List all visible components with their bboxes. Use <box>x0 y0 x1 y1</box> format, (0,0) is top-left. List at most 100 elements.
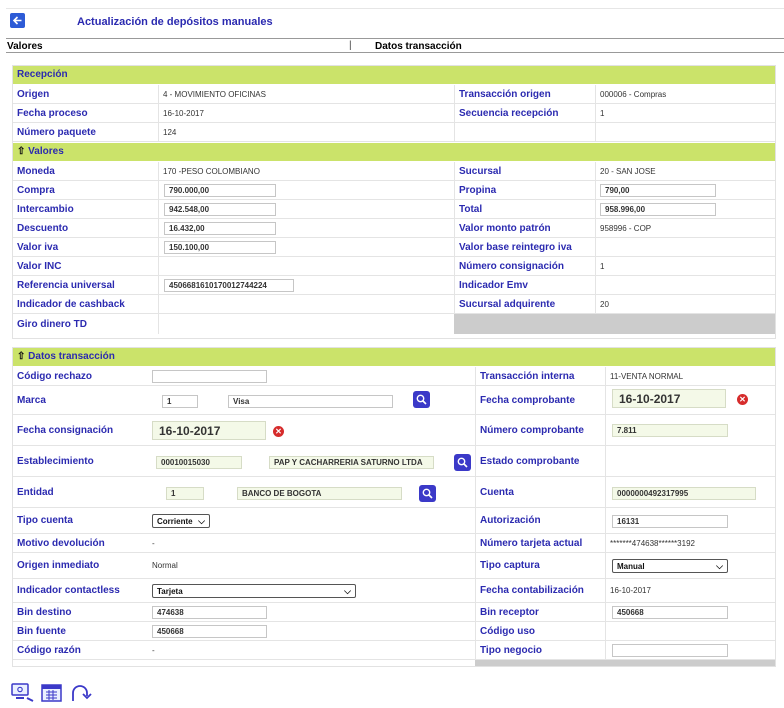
fecha-consignacion-label: Fecha consignación <box>17 424 114 436</box>
calendar-grid-icon[interactable] <box>40 682 64 703</box>
total-cell: 958.996,00 <box>595 200 775 218</box>
table-row: Giro dinero TD <box>13 314 775 334</box>
indicador-emv-label: Indicador Emv <box>454 276 595 294</box>
section-bar: Valores | Datos transacción <box>6 38 784 53</box>
descuento-label: Descuento <box>17 222 69 234</box>
codigo-rechazo-label: Código rechazo <box>17 370 93 382</box>
cuenta-input[interactable]: 0000000492317995 <box>612 487 756 500</box>
valor-iva-cell: 150.100,00 <box>158 238 454 256</box>
entidad-label: Entidad <box>17 486 54 498</box>
descuento-cell: 16.432,00 <box>158 219 454 237</box>
table-row: Bin fuente 450668 Código uso <box>13 622 775 641</box>
establecimiento-search-button[interactable] <box>454 454 471 471</box>
table-row: Marca 1 Visa Fecha comprobante 16-10-201… <box>13 386 775 415</box>
establecimiento-label: Establecimiento <box>17 455 94 467</box>
indicador-emv-value <box>595 276 775 294</box>
indicador-contactless-selected: Tarjeta <box>157 586 183 596</box>
codigo-rechazo-input[interactable] <box>152 370 267 383</box>
tipo-cuenta-select[interactable]: Corriente ⌵ <box>152 514 210 528</box>
search-icon <box>422 488 433 499</box>
establecimiento-name-input[interactable]: PAP Y CACHARRERIA SATURNO LTDA <box>269 456 434 469</box>
sucursal-value: 20 - SAN JOSE <box>595 162 775 180</box>
propina-input[interactable]: 790,00 <box>600 184 716 197</box>
referencia-label: Referencia universal <box>17 279 115 291</box>
search-icon <box>416 394 427 405</box>
tipo-cuenta-cell: Corriente ⌵ <box>143 508 475 533</box>
giro-label: Giro dinero TD <box>17 318 87 330</box>
valores-header-label: Valores <box>28 146 64 157</box>
table-row: Fecha consignación 16-10-2017 ✕ Número c… <box>13 415 775 446</box>
fecha-consignacion-input[interactable]: 16-10-2017 <box>152 421 266 440</box>
tipo-negocio-cell <box>605 641 775 659</box>
table-row: Intercambio 942.548,00 Total 958.996,00 <box>13 200 775 219</box>
referencia-input[interactable]: 45066816101700127442​24 <box>164 279 294 292</box>
datos-header[interactable]: ⇧ Datos transacción <box>13 348 775 366</box>
propina-cell: 790,00 <box>595 181 775 199</box>
return-arrow-icon[interactable] <box>68 681 94 703</box>
monitor-icon[interactable] <box>10 681 36 703</box>
entidad-search-button[interactable] <box>419 485 436 502</box>
valor-monto-patron-value: 958996 - COP <box>595 219 775 237</box>
indicador-contactless-select[interactable]: Tarjeta ⌵ <box>152 584 356 598</box>
autorizacion-label: Autorización <box>475 508 605 533</box>
filler-block <box>454 314 775 334</box>
entidad-name-input[interactable]: BANCO DE BOGOTA <box>237 487 402 500</box>
fecha-comprobante-cell: 16-10-2017 ✕ <box>605 386 775 414</box>
sucursal-adquirente-label: Sucursal adquirente <box>454 295 595 313</box>
table-row: Código rechazo Transacción interna 11-VE… <box>13 367 775 386</box>
tipo-negocio-input[interactable] <box>612 644 728 657</box>
tipo-captura-label: Tipo captura <box>475 553 605 578</box>
origen-inmediato-value: Normal <box>152 561 178 570</box>
numero-comprobante-label: Número comprobante <box>475 415 605 445</box>
motivo-devolucion-label: Motivo devolución <box>17 537 105 549</box>
fecha-consignacion-clear-button[interactable]: ✕ <box>273 426 284 437</box>
fecha-proceso-label: Fecha proceso <box>17 107 88 119</box>
section-valores[interactable]: Valores <box>7 41 43 52</box>
table-row: Establecimiento 00010015030 PAP Y CACHAR… <box>13 446 775 477</box>
intercambio-input[interactable]: 942.548,00 <box>164 203 276 216</box>
establecimiento-code-input[interactable]: 00010015030 <box>156 456 242 469</box>
numero-comprobante-input[interactable]: 7.811 <box>612 424 728 437</box>
total-input[interactable]: 958.996,00 <box>600 203 716 216</box>
fecha-comprobante-input[interactable]: 16-10-2017 <box>612 389 726 408</box>
section-datos-transaccion[interactable]: Datos transacción <box>375 41 462 52</box>
propina-label: Propina <box>454 181 595 199</box>
valor-monto-patron-label: Valor monto patrón <box>454 219 595 237</box>
transaccion-origen-value: 000006 - Compras <box>595 85 775 103</box>
table-row: Fecha proceso 16-10-2017 Secuencia recep… <box>13 104 775 123</box>
bin-receptor-input[interactable]: 450668 <box>612 606 728 619</box>
transaccion-interna-label: Transacción interna <box>475 367 605 385</box>
compra-input[interactable]: 790.000,00 <box>164 184 276 197</box>
valor-base-value <box>595 238 775 256</box>
valores-header[interactable]: ⇧ Valores <box>13 143 775 161</box>
table-row: Descuento 16.432,00 Valor monto patrón 9… <box>13 219 775 238</box>
codigo-rechazo-cell <box>143 367 475 385</box>
valor-iva-input[interactable]: 150.100,00 <box>164 241 276 254</box>
tipo-captura-cell: Manual ⌵ <box>605 553 775 578</box>
marca-name-input[interactable]: Visa <box>228 395 393 408</box>
marca-code-input[interactable]: 1 <box>162 395 198 408</box>
table-row: Origen 4 - MOVIMIENTO OFICINAS Transacci… <box>13 85 775 104</box>
clear-icon: ✕ <box>739 394 746 404</box>
cashback-value <box>158 295 454 313</box>
tipo-cuenta-selected: Corriente <box>157 516 193 526</box>
table-row: Código razón - Tipo negocio <box>13 641 775 660</box>
table-row: Compra 790.000,00 Propina 790,00 <box>13 181 775 200</box>
autorizacion-input[interactable]: 16131 <box>612 515 728 528</box>
valor-inc-value <box>158 257 454 275</box>
fecha-comprobante-label: Fecha comprobante <box>475 386 605 414</box>
tipo-captura-select[interactable]: Manual ⌵ <box>612 559 728 573</box>
descuento-input[interactable]: 16.432,00 <box>164 222 276 235</box>
bin-destino-input[interactable]: 474638 <box>152 606 267 619</box>
bin-fuente-input[interactable]: 450668 <box>152 625 267 638</box>
back-button[interactable] <box>10 13 25 28</box>
entidad-code-input[interactable]: 1 <box>166 487 204 500</box>
estado-comprobante-value <box>605 446 775 476</box>
sucursal-adquirente-value: 20 <box>595 295 775 313</box>
marca-search-button[interactable] <box>413 391 430 408</box>
fecha-comprobante-clear-button[interactable]: ✕ <box>737 394 748 405</box>
recepcion-header: Recepción <box>13 66 775 84</box>
bin-fuente-cell: 450668 <box>143 622 475 640</box>
empty-cell <box>454 123 595 141</box>
marca-cell: 1 Visa <box>143 386 475 414</box>
